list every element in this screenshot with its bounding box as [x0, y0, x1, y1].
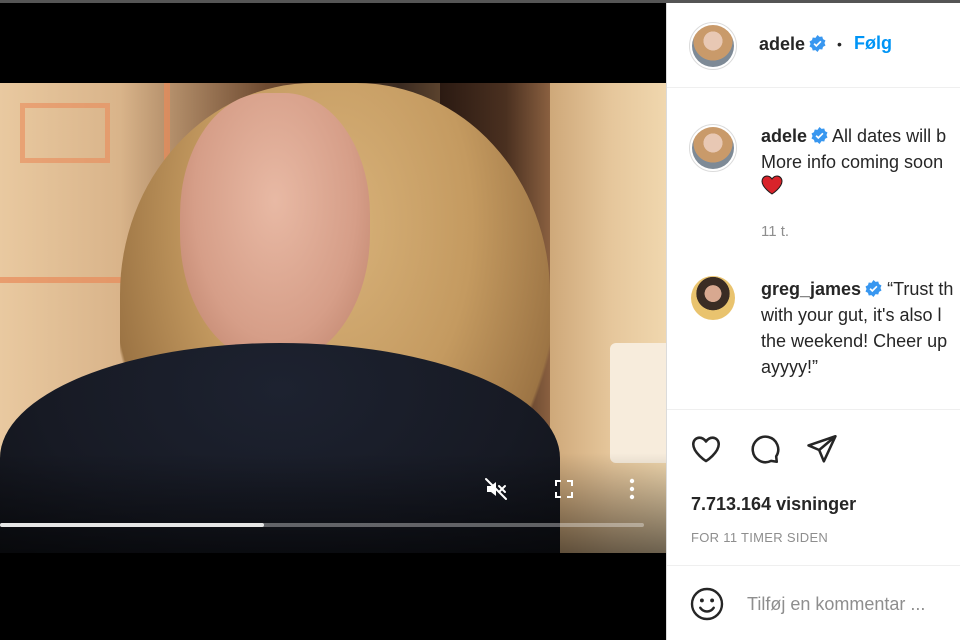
verified-badge-icon: [809, 35, 826, 52]
video-player[interactable]: [0, 3, 666, 640]
video-progress-bar[interactable]: [0, 523, 644, 527]
video-lamp: [610, 343, 666, 463]
views-count[interactable]: 7.713.164 visninger: [691, 494, 856, 515]
more-vertical-icon[interactable]: [618, 475, 646, 503]
comment-bubble-icon[interactable]: [747, 432, 781, 466]
follow-separator: •: [837, 36, 842, 52]
video-person-face: [180, 93, 370, 363]
post-author[interactable]: adele: [759, 34, 826, 55]
avatar[interactable]: [692, 25, 734, 67]
comment-text: More info coming soon: [761, 152, 944, 172]
video-wall-pattern-inner: [20, 103, 110, 163]
speaker-muted-icon[interactable]: [482, 475, 510, 503]
fullscreen-icon[interactable]: [550, 475, 578, 503]
comment-input[interactable]: [747, 588, 960, 620]
post-actions: 7.713.164 visninger FOR 11 TIMER SIDEN: [667, 409, 960, 567]
comment-author[interactable]: greg_james: [761, 279, 861, 299]
comment-author[interactable]: adele: [761, 126, 807, 146]
comment-text: “Trust th: [887, 279, 954, 299]
avatar[interactable]: [691, 276, 735, 320]
smiley-icon[interactable]: [689, 586, 725, 622]
comment-text: with your gut, it's also l: [761, 305, 942, 325]
avatar[interactable]: [692, 127, 734, 169]
heart-emoji-icon: [761, 175, 783, 202]
comment-text: All dates will b: [832, 126, 947, 146]
post-author-name[interactable]: adele: [759, 34, 805, 54]
post-timestamp[interactable]: FOR 11 TIMER SIDEN: [691, 530, 828, 545]
post-header: adele • Følg: [667, 3, 960, 88]
follow-button[interactable]: Følg: [854, 33, 892, 54]
paper-plane-icon[interactable]: [805, 432, 839, 466]
comment-text: ayyyy!”: [761, 357, 819, 377]
comments-list: adele All dates will b More info coming …: [667, 89, 960, 409]
comment-line: adele All dates will b: [761, 123, 946, 149]
verified-badge-icon: [811, 127, 828, 144]
comment-timestamp[interactable]: 11 t.: [761, 223, 789, 240]
comment-text: the weekend! Cheer up: [761, 331, 948, 351]
comment-line: greg_james “Trust th: [761, 276, 953, 302]
video-progress-fill: [0, 523, 265, 527]
verified-badge-icon: [865, 280, 882, 297]
heart-icon[interactable]: [689, 432, 723, 466]
video-bottom-shade: [0, 453, 666, 553]
add-comment-bar: [667, 565, 960, 640]
post-side-panel: adele • Følg adele All dates will b More…: [666, 3, 960, 640]
